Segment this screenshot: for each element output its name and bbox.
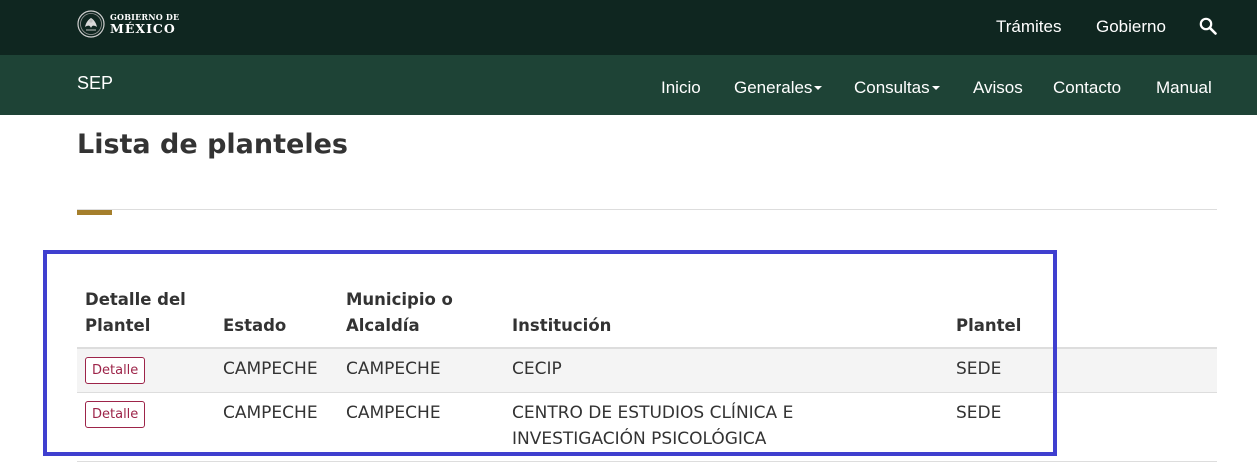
th-estado: Estado [223,316,287,335]
th-municipio-line1: Municipio o [346,290,453,309]
nav-consultas-label: Consultas [854,78,930,97]
nav-generales[interactable]: Generales [734,78,823,98]
cell-institucion-line2: INVESTIGACIÓN PSICOLÓGICA [512,429,767,449]
cell-plantel: SEDE [956,403,1002,423]
title-divider [77,209,1217,210]
cell-institucion-line1: CENTRO DE ESTUDIOS CLÍNICA E [512,403,794,423]
cell-municipio: CAMPECHE [346,359,441,379]
nav-generales-label: Generales [734,78,813,97]
topnav-gobierno-link[interactable]: Gobierno [1096,17,1166,37]
caret-down-icon [814,85,823,90]
logo-line1: GOBIERNO DE [110,11,180,22]
th-institucion: Institución [512,316,612,335]
cell-institucion: CECIP [512,359,562,379]
nav-contacto[interactable]: Contacto [1053,78,1121,98]
nav-consultas[interactable]: Consultas [854,78,940,98]
cell-municipio: CAMPECHE [346,403,441,423]
th-detalle-del-plantel: Detalle del Plantel [85,287,186,339]
detalle-button[interactable]: Detalle [85,401,146,428]
nav-avisos[interactable]: Avisos [973,78,1023,98]
th-plantel: Plantel [956,316,1022,335]
cell-estado: CAMPECHE [223,403,318,423]
cell-plantel: SEDE [956,359,1002,379]
title-accent-bar [77,210,112,215]
detalle-button[interactable]: Detalle [85,357,146,384]
site-name-sep[interactable]: SEP [77,73,113,94]
th-detalle-line1: Detalle del [85,290,186,309]
row-divider [77,461,1217,462]
cell-institucion: CENTRO DE ESTUDIOS CLÍNICA E INVESTIGACI… [512,400,793,452]
topnav-tramites-link[interactable]: Trámites [996,17,1062,37]
nav-manual[interactable]: Manual [1156,78,1212,98]
gobierno-de-mexico-logo[interactable]: GOBIERNO DE MÉXICO [77,10,179,38]
page-title: Lista de planteles [77,129,348,160]
th-detalle-line2: Plantel [85,316,151,335]
logo-line2: MÉXICO [110,20,176,36]
cell-estado: CAMPECHE [223,359,318,379]
search-icon[interactable] [1199,17,1217,35]
eagle-emblem-icon [77,10,105,38]
nav-inicio[interactable]: Inicio [661,78,701,98]
th-municipio-line2: Alcaldía [346,316,420,335]
row-divider [77,392,1217,393]
top-header-bar [0,0,1257,55]
th-municipio: Municipio o Alcaldía [346,287,453,339]
caret-down-icon [931,85,940,90]
